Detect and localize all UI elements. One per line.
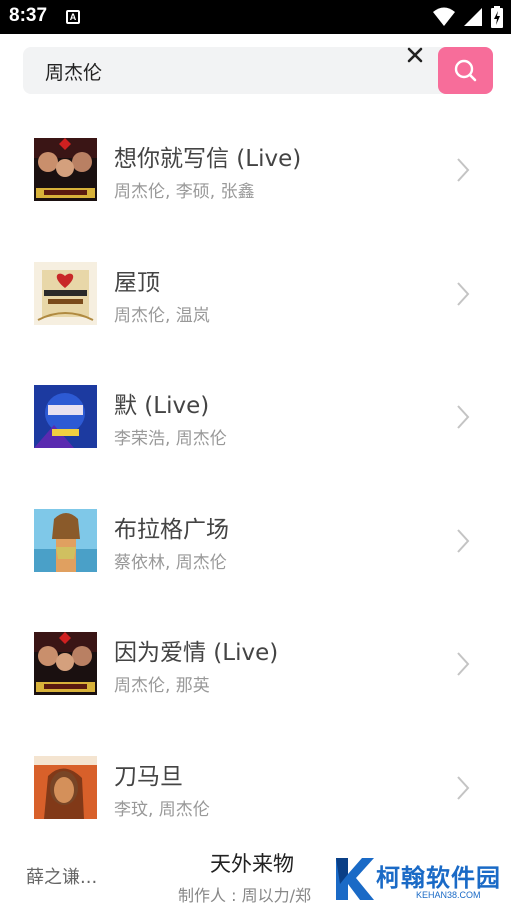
song-title: 默 (Live): [114, 393, 210, 419]
song-item[interactable]: 刀马旦 李玟, 周杰伦: [0, 726, 511, 836]
search-box: [23, 47, 463, 94]
notification-a-icon: A: [66, 10, 80, 24]
song-artists: 周杰伦, 李硕, 张鑫: [114, 182, 255, 202]
chevron-right-icon: [457, 652, 470, 676]
watermark: 柯翰软件园 KEHAN38.COM: [330, 852, 500, 904]
song-item[interactable]: 因为爱情 (Live) 周杰伦, 那英: [0, 602, 511, 712]
search-icon: [454, 59, 476, 81]
player-song-title: 天外来物: [210, 852, 294, 876]
album-cover: [34, 138, 97, 201]
watermark-url: KEHAN38.COM: [416, 890, 481, 900]
search-button[interactable]: [438, 47, 493, 94]
song-title: 屋顶: [114, 270, 160, 296]
song-item[interactable]: 想你就写信 (Live) 周杰伦, 李硕, 张鑫: [0, 108, 511, 218]
watermark-text: 柯翰软件园: [376, 864, 501, 892]
chevron-right-icon: [457, 405, 470, 429]
song-artists: 李玟, 周杰伦: [114, 800, 210, 820]
song-item[interactable]: 默 (Live) 李荣浩, 周杰伦: [0, 355, 511, 465]
song-artists: 周杰伦, 温岚: [114, 306, 210, 326]
signal-icon: [464, 8, 482, 26]
song-artists: 周杰伦, 那英: [114, 676, 210, 696]
song-item[interactable]: 屋顶 周杰伦, 温岚: [0, 232, 511, 342]
clear-search-icon[interactable]: [404, 44, 426, 66]
song-artists: 蔡依林, 周杰伦: [114, 553, 227, 573]
chevron-right-icon: [457, 158, 470, 182]
album-cover: [34, 756, 97, 819]
status-time: 8:37: [9, 5, 48, 26]
song-title: 想你就写信 (Live): [114, 146, 302, 172]
song-title: 布拉格广场: [114, 517, 229, 543]
chevron-right-icon: [457, 282, 470, 306]
player-song-subtitle: 制作人 : 周以力/郑: [178, 886, 311, 905]
song-title: 刀马旦: [114, 764, 183, 790]
song-item[interactable]: 布拉格广场 蔡依林, 周杰伦: [0, 479, 511, 589]
wifi-icon: [433, 7, 455, 26]
album-cover: [34, 509, 97, 572]
search-input[interactable]: [45, 58, 405, 84]
album-cover: [34, 262, 97, 325]
album-cover: [34, 632, 97, 695]
battery-icon: [491, 6, 503, 28]
album-cover: [34, 385, 97, 448]
player-prev-song[interactable]: 薛之谦...: [26, 863, 97, 889]
status-bar: 8:37 A: [0, 0, 511, 34]
song-artists: 李荣浩, 周杰伦: [114, 429, 227, 449]
chevron-right-icon: [457, 776, 470, 800]
song-title: 因为爱情 (Live): [114, 640, 279, 666]
watermark-logo-icon: [336, 858, 374, 900]
chevron-right-icon: [457, 529, 470, 553]
status-icons: [433, 6, 503, 28]
